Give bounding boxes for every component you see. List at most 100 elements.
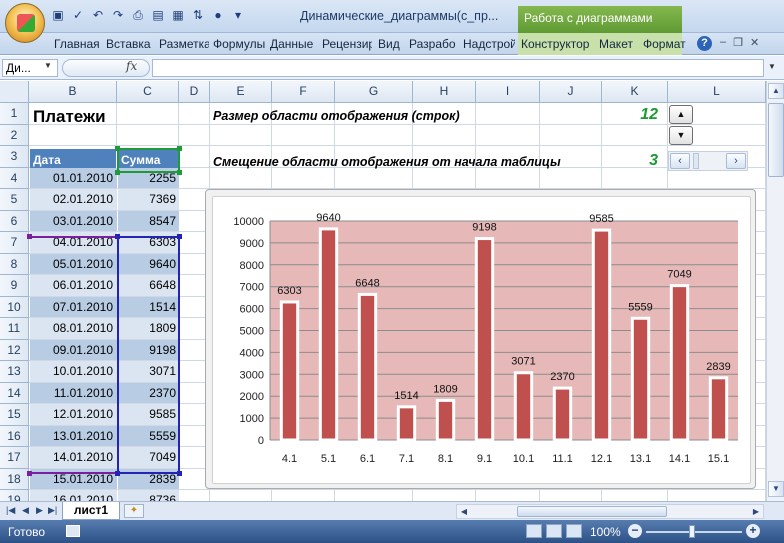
selection-handle[interactable]	[177, 170, 182, 175]
worksheet-grid[interactable]: BCDEFGHIJKL 1 2 3 4 5 6 7 8 9 10 11 12 13 14 15 16 17 18 1…	[0, 81, 766, 501]
table-cell-date[interactable]: 01.01.2010	[30, 167, 117, 188]
minimize-icon[interactable]: –	[720, 36, 726, 49]
size-spin-up-button[interactable]: ▲	[669, 105, 693, 124]
horizontal-scroll-thumb[interactable]	[517, 506, 667, 517]
help-icon[interactable]: ?	[697, 36, 712, 51]
zoom-out-button[interactable]: −	[628, 524, 642, 538]
page-break-view-button[interactable]	[566, 524, 582, 538]
display-size-value[interactable]: 12	[600, 106, 666, 126]
size-spin-down-button[interactable]: ▼	[669, 126, 693, 145]
offset-scrollbar-control[interactable]: ‹ ›	[668, 151, 748, 171]
save-icon[interactable]: ▣	[50, 7, 66, 23]
row-header[interactable]: 15	[0, 404, 29, 426]
vertical-scrollbar[interactable]: ▲ ▼	[766, 81, 784, 501]
selection-handle[interactable]	[27, 471, 32, 476]
row-header[interactable]: 14	[0, 382, 29, 404]
tab-design[interactable]: Конструктор	[521, 37, 593, 51]
zoom-in-button[interactable]: +	[746, 524, 760, 538]
row-header[interactable]: 2	[0, 124, 29, 146]
row-header[interactable]: 17	[0, 447, 29, 469]
name-box-dropdown-icon[interactable]: ▼	[44, 61, 52, 70]
tab-page-layout[interactable]: Разметка	[159, 37, 209, 51]
column-header[interactable]: G	[335, 81, 413, 103]
column-header[interactable]: E	[210, 81, 272, 103]
zoom-slider-thumb[interactable]	[689, 525, 695, 538]
table-cell-date[interactable]: 02.01.2010	[30, 189, 117, 210]
table-cell-sum[interactable]: 8547	[118, 210, 179, 231]
redo-icon[interactable]: ↷	[110, 7, 126, 23]
tab-addins[interactable]: Надстрой	[463, 37, 515, 51]
tab-home[interactable]: Главная	[54, 37, 102, 51]
formula-input[interactable]	[152, 59, 764, 77]
row-header[interactable]: 1	[0, 103, 29, 125]
chart-object[interactable]: 0 1000 2000 3000 4000 5000 6000 7000 8000 9000 100…	[205, 189, 756, 489]
bar[interactable]	[279, 300, 300, 442]
tab-layout[interactable]: Макет	[599, 37, 637, 51]
undo-icon[interactable]: ↶	[90, 7, 106, 23]
tab-developer[interactable]: Разрабо	[409, 37, 457, 51]
bar[interactable]	[513, 371, 534, 442]
bar[interactable]	[318, 227, 339, 442]
column-header[interactable]: J	[540, 81, 602, 103]
insert-function-icon[interactable]: fx	[126, 59, 137, 73]
tab-view[interactable]: Вид	[378, 37, 403, 51]
offset-scroll-left-button[interactable]: ‹	[670, 153, 690, 169]
row-header[interactable]: 5	[0, 189, 29, 211]
close-icon[interactable]: ✕	[750, 36, 759, 49]
sheet-tab-active[interactable]: лист1	[62, 502, 120, 520]
tab-data[interactable]: Данные	[270, 37, 316, 51]
row-header[interactable]: 13	[0, 361, 29, 383]
row-header[interactable]: 11	[0, 318, 29, 340]
bar[interactable]	[591, 228, 612, 442]
offset-scroll-right-button[interactable]: ›	[726, 153, 746, 169]
bar[interactable]	[552, 386, 573, 442]
next-sheet-icon[interactable]: ▶	[36, 505, 43, 516]
bar[interactable]	[357, 292, 378, 442]
selection-handle[interactable]	[115, 471, 120, 476]
table-cell-sum[interactable]: 8736	[118, 490, 179, 501]
column-header[interactable]: B	[29, 81, 117, 103]
bar[interactable]	[669, 284, 690, 442]
sort-icon[interactable]: ⇅	[190, 7, 206, 23]
column-header[interactable]: F	[272, 81, 335, 103]
horizontal-scrollbar[interactable]: ◀ ▶	[456, 504, 764, 519]
spellcheck-icon[interactable]: ✓	[70, 7, 86, 23]
bar[interactable]	[396, 405, 417, 442]
row-header[interactable]: 3	[0, 146, 29, 168]
selection-handle[interactable]	[115, 170, 120, 175]
bar[interactable]	[474, 237, 495, 442]
vertical-scroll-thumb[interactable]	[768, 103, 784, 177]
bar[interactable]	[630, 316, 651, 442]
table-cell-date[interactable]: 03.01.2010	[30, 210, 117, 231]
zoom-level[interactable]: 100%	[590, 525, 621, 539]
bar-chart[interactable]: 0 1000 2000 3000 4000 5000 6000 7000 8000 9000 100…	[206, 190, 757, 490]
bar[interactable]	[708, 376, 729, 442]
first-sheet-icon[interactable]: |◀	[6, 505, 15, 516]
scroll-right-button[interactable]: ▶	[749, 505, 763, 518]
selection-handle[interactable]	[177, 234, 182, 239]
expand-formula-bar-icon[interactable]: ▼	[768, 62, 776, 71]
office-button[interactable]	[5, 3, 45, 43]
scroll-up-button[interactable]: ▲	[768, 83, 784, 99]
selection-handle[interactable]	[177, 471, 182, 476]
column-header[interactable]: K	[602, 81, 668, 103]
table-cell-sum[interactable]: 7369	[118, 189, 179, 210]
display-offset-value[interactable]: 3	[600, 152, 666, 172]
row-header[interactable]: 8	[0, 253, 29, 275]
row-header[interactable]: 7	[0, 232, 29, 254]
row-header[interactable]: 19	[0, 490, 29, 501]
record-icon[interactable]: ●	[210, 7, 226, 23]
tab-formulas[interactable]: Формулы	[213, 37, 266, 51]
select-all-corner[interactable]	[0, 81, 29, 103]
tab-review[interactable]: Рецензир	[322, 37, 372, 51]
normal-view-button[interactable]	[526, 524, 542, 538]
column-header[interactable]: D	[179, 81, 210, 103]
page-layout-view-button[interactable]	[546, 524, 562, 538]
table-cell-date[interactable]: 16.01.2010	[30, 490, 117, 501]
prev-sheet-icon[interactable]: ◀	[22, 505, 29, 516]
selection-handle[interactable]	[27, 234, 32, 239]
row-header[interactable]: 10	[0, 296, 29, 318]
row-header[interactable]: 12	[0, 339, 29, 361]
selection-handle[interactable]	[177, 146, 182, 151]
print-icon[interactable]: ▤	[150, 7, 166, 23]
